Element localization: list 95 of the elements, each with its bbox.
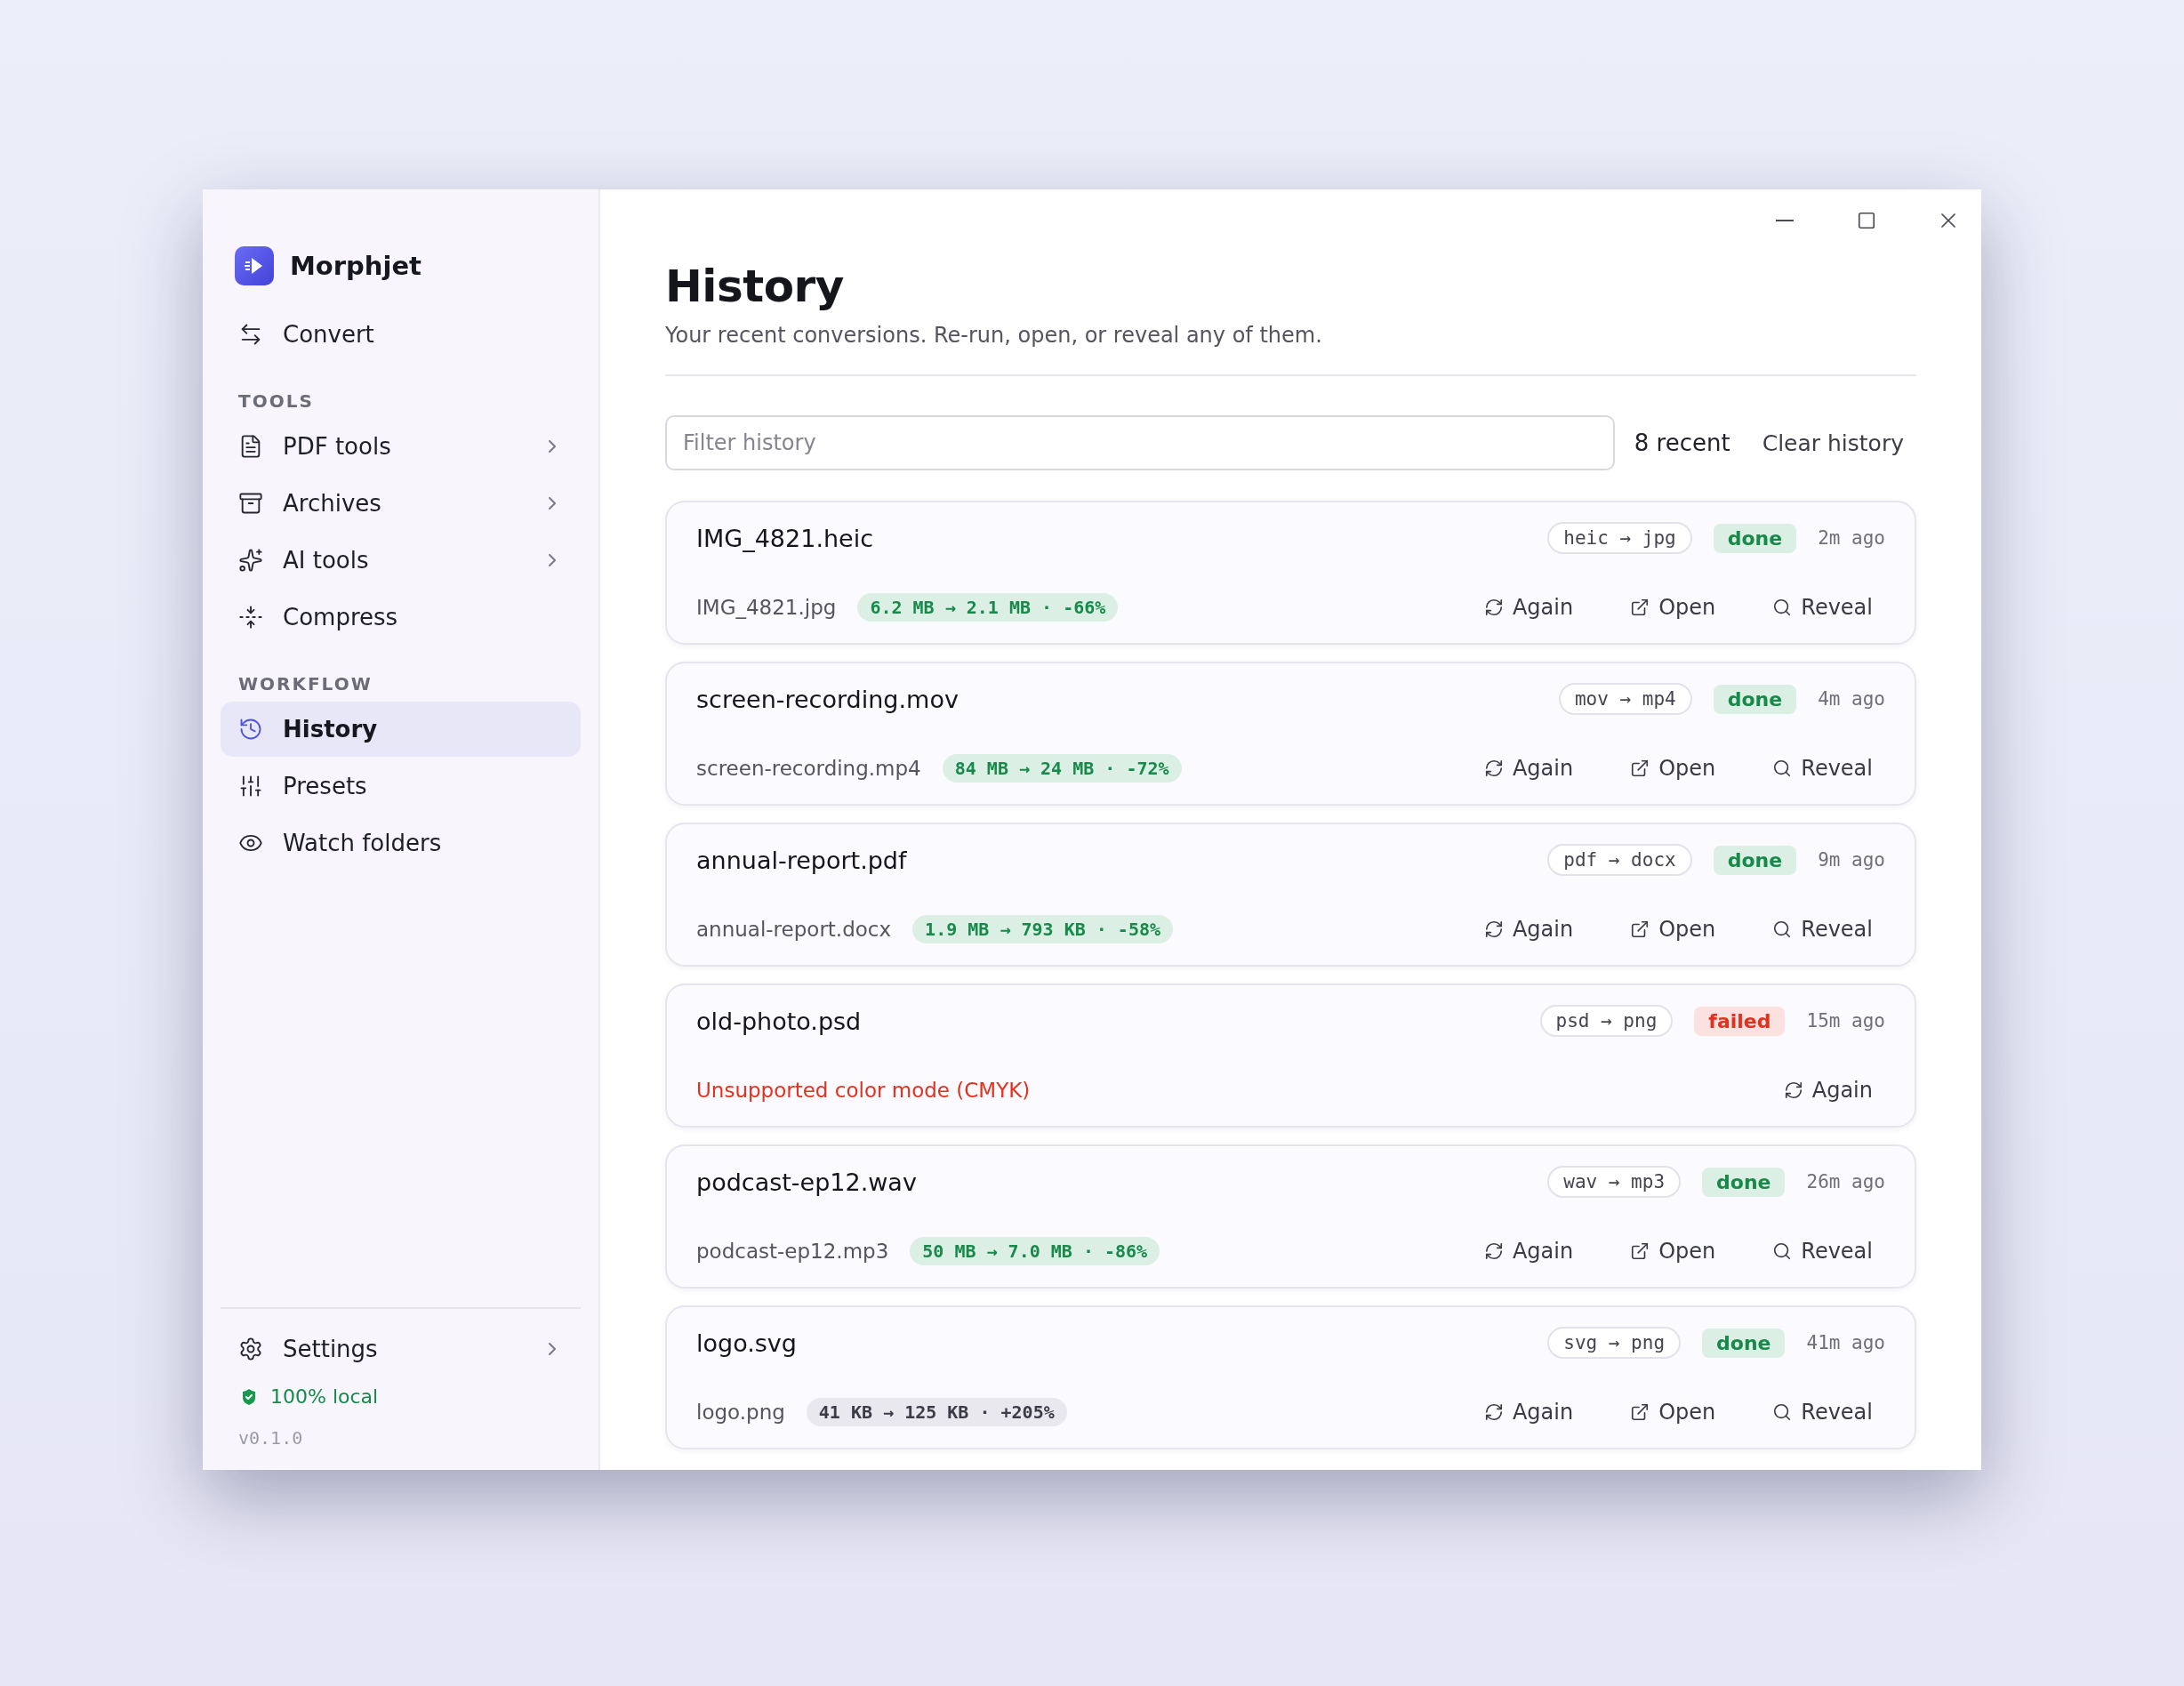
refresh-icon (1483, 1402, 1504, 1422)
time-label: 41m ago (1806, 1332, 1885, 1353)
settings-icon (238, 1337, 263, 1361)
refresh-icon (1483, 919, 1504, 939)
reveal-button[interactable]: Reveal (1760, 1394, 1885, 1430)
sidebar-item[interactable]: AI tools (221, 533, 581, 588)
minimize-icon (1776, 220, 1794, 221)
sidebar-item[interactable]: Watch folders (221, 815, 581, 871)
open-button[interactable]: Open (1618, 1233, 1729, 1269)
local-status: 100% local (270, 1385, 379, 1408)
open-button[interactable]: Open (1618, 911, 1729, 947)
format-tag: mov → mp4 (1558, 683, 1692, 715)
maximize-icon (1857, 211, 1876, 230)
external-link-icon (1630, 1402, 1650, 1422)
search-icon (1772, 1241, 1793, 1261)
status-badge: failed (1694, 1006, 1786, 1036)
size-change-badge: 41 KB → 125 KB · +205% (806, 1398, 1067, 1426)
reveal-button[interactable]: Reveal (1760, 911, 1885, 947)
size-change-badge: 6.2 MB → 2.1 MB · -66% (857, 593, 1119, 622)
history-icon (238, 717, 263, 742)
page-title: History (665, 261, 845, 312)
format-tag: wav → mp3 (1547, 1166, 1682, 1198)
sidebar-item[interactable]: History (221, 702, 581, 757)
page-subtitle: Your recent conversions. Re-run, open, or reveal any of them. (665, 323, 1323, 348)
refresh-icon (1783, 1080, 1803, 1100)
search-icon (1772, 759, 1793, 778)
file-name: screen-recording.mov (696, 685, 960, 713)
sidebar-item[interactable]: Convert (221, 307, 581, 362)
open-button[interactable]: Open (1618, 751, 1729, 786)
output-file-name: podcast-ep12.mp3 (696, 1240, 889, 1263)
external-link-icon (1630, 598, 1650, 617)
file-name: podcast-ep12.wav (696, 1168, 918, 1196)
output-file-name: annual-report.docx (696, 918, 892, 941)
search-icon (1772, 598, 1793, 617)
recent-count: 8 recent (1634, 430, 1730, 456)
output-file-name: IMG_4821.jpg (696, 596, 837, 619)
sidebar-item[interactable]: PDF tools (221, 419, 581, 474)
time-label: 4m ago (1818, 688, 1885, 710)
file-name: old-photo.psd (696, 1007, 863, 1035)
status-badge: done (1713, 684, 1797, 714)
filter-field[interactable]: Filter history (665, 415, 1615, 470)
settings-item[interactable]: Settings (221, 1321, 581, 1377)
clear-history-button[interactable]: Clear history (1749, 422, 1916, 463)
time-label: 9m ago (1818, 849, 1885, 871)
app-name: Morphjet (290, 251, 422, 281)
external-link-icon (1630, 1241, 1650, 1261)
search-icon (1772, 1402, 1793, 1422)
status-badge: done (1702, 1167, 1786, 1197)
compress-icon (238, 605, 263, 630)
shield-check-icon (238, 1385, 260, 1408)
size-change-badge: 50 MB → 7.0 MB · -86% (910, 1237, 1160, 1265)
section-heading: WORKFLOW (237, 673, 373, 694)
reveal-button[interactable]: Reveal (1760, 1233, 1885, 1269)
again-button[interactable]: Again (1471, 1233, 1586, 1269)
time-label: 15m ago (1806, 1010, 1885, 1032)
again-button[interactable]: Again (1471, 590, 1586, 625)
sidebar-item[interactable]: Compress (221, 590, 581, 645)
status-badge: done (1713, 845, 1797, 875)
open-button[interactable]: Open (1618, 1394, 1729, 1430)
open-button[interactable]: Open (1618, 590, 1729, 625)
format-tag: heic → jpg (1547, 522, 1692, 554)
again-button[interactable]: Again (1471, 1394, 1586, 1430)
refresh-icon (1483, 759, 1504, 778)
reveal-button[interactable]: Reveal (1760, 751, 1885, 786)
section-heading: TOOLS (237, 390, 315, 412)
sidebar-item[interactable]: Archives (221, 476, 581, 531)
file-name: annual-report.pdf (696, 846, 908, 874)
size-change-badge: 1.9 MB → 793 KB · -58% (912, 915, 1173, 943)
status-badge: done (1713, 523, 1797, 553)
refresh-icon (1483, 598, 1504, 617)
output-file-name: screen-recording.mp4 (696, 757, 921, 780)
error-message: Unsupported color mode (CMYK) (696, 1079, 1032, 1102)
file-name: logo.svg (696, 1329, 798, 1357)
app-logo-icon (235, 246, 274, 285)
format-tag: pdf → docx (1547, 844, 1692, 876)
again-button[interactable]: Again (1471, 911, 1586, 947)
file-name: IMG_4821.heic (696, 524, 875, 552)
status-badge: done (1702, 1328, 1786, 1358)
again-button[interactable]: Again (1471, 751, 1586, 786)
sidebar-item[interactable]: Presets (221, 759, 581, 814)
output-file-name: logo.png (696, 1401, 785, 1424)
archive-icon (238, 491, 263, 516)
refresh-icon (1483, 1241, 1504, 1261)
again-button[interactable]: Again (1770, 1072, 1885, 1108)
time-label: 2m ago (1818, 527, 1885, 549)
time-label: 26m ago (1806, 1171, 1885, 1192)
format-tag: svg → png (1547, 1327, 1682, 1359)
size-change-badge: 84 MB → 24 MB · -72% (942, 754, 1182, 783)
presets-icon (238, 774, 263, 799)
external-link-icon (1630, 919, 1650, 939)
external-link-icon (1630, 759, 1650, 778)
search-icon (1772, 919, 1793, 939)
format-tag: psd → png (1539, 1005, 1674, 1037)
version-label: v0.1.0 (237, 1427, 304, 1449)
reveal-button[interactable]: Reveal (1760, 590, 1885, 625)
